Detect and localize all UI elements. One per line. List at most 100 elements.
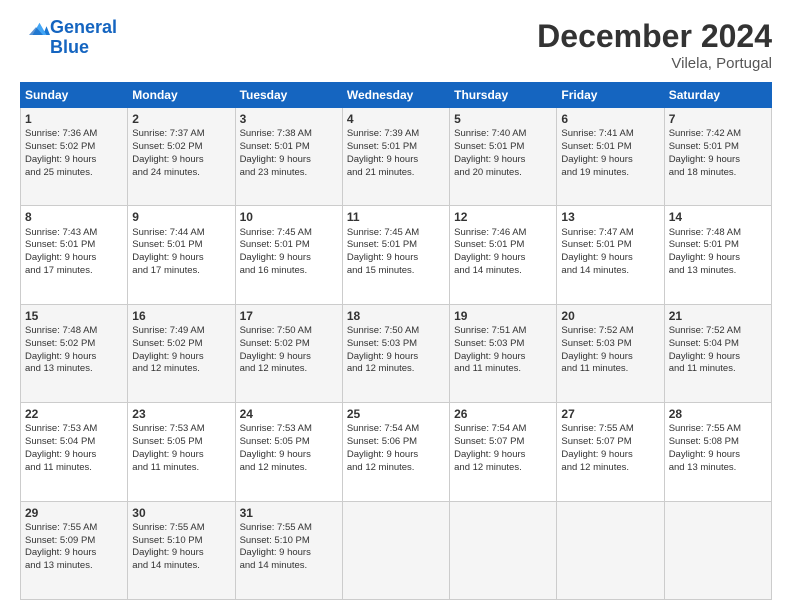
day-info: and 11 minutes. [132, 462, 230, 475]
title-block: December 2024 Vilela, Portugal [537, 18, 772, 72]
day-info: Sunrise: 7:48 AM [669, 227, 767, 240]
calendar-cell: 29Sunrise: 7:55 AMSunset: 5:09 PMDayligh… [21, 501, 128, 599]
day-number: 8 [25, 209, 123, 225]
day-info: Sunrise: 7:47 AM [561, 227, 659, 240]
day-info: Sunset: 5:01 PM [25, 239, 123, 252]
day-info: Sunrise: 7:52 AM [561, 325, 659, 338]
calendar-cell: 12Sunrise: 7:46 AMSunset: 5:01 PMDayligh… [450, 206, 557, 304]
day-info: Sunrise: 7:39 AM [347, 128, 445, 141]
calendar-cell: 20Sunrise: 7:52 AMSunset: 5:03 PMDayligh… [557, 304, 664, 402]
logo-general: General [50, 17, 117, 37]
calendar-cell: 28Sunrise: 7:55 AMSunset: 5:08 PMDayligh… [664, 403, 771, 501]
day-info: Sunrise: 7:38 AM [240, 128, 338, 141]
calendar-cell: 22Sunrise: 7:53 AMSunset: 5:04 PMDayligh… [21, 403, 128, 501]
day-info: Sunset: 5:01 PM [347, 141, 445, 154]
day-info: Sunset: 5:06 PM [347, 436, 445, 449]
weekday-tuesday: Tuesday [235, 83, 342, 108]
calendar-table: SundayMondayTuesdayWednesdayThursdayFrid… [20, 82, 772, 600]
day-number: 20 [561, 308, 659, 324]
day-info: Daylight: 9 hours [347, 252, 445, 265]
day-number: 23 [132, 406, 230, 422]
day-number: 13 [561, 209, 659, 225]
day-info: Daylight: 9 hours [25, 154, 123, 167]
calendar-cell: 15Sunrise: 7:48 AMSunset: 5:02 PMDayligh… [21, 304, 128, 402]
day-info: Sunrise: 7:50 AM [240, 325, 338, 338]
calendar-cell: 19Sunrise: 7:51 AMSunset: 5:03 PMDayligh… [450, 304, 557, 402]
day-info: Sunrise: 7:55 AM [132, 522, 230, 535]
day-info: Sunset: 5:01 PM [240, 239, 338, 252]
day-info: Sunrise: 7:48 AM [25, 325, 123, 338]
day-info: Sunset: 5:02 PM [132, 338, 230, 351]
day-number: 22 [25, 406, 123, 422]
calendar-cell: 25Sunrise: 7:54 AMSunset: 5:06 PMDayligh… [342, 403, 449, 501]
day-info: and 17 minutes. [132, 265, 230, 278]
day-number: 24 [240, 406, 338, 422]
day-number: 7 [669, 111, 767, 127]
day-info: Daylight: 9 hours [240, 252, 338, 265]
day-info: and 20 minutes. [454, 167, 552, 180]
day-info: Sunset: 5:07 PM [454, 436, 552, 449]
calendar-cell [664, 501, 771, 599]
day-info: Sunrise: 7:55 AM [561, 423, 659, 436]
day-info: Daylight: 9 hours [561, 449, 659, 462]
day-info: Sunset: 5:03 PM [454, 338, 552, 351]
day-info: and 25 minutes. [25, 167, 123, 180]
calendar-cell: 17Sunrise: 7:50 AMSunset: 5:02 PMDayligh… [235, 304, 342, 402]
day-number: 27 [561, 406, 659, 422]
day-info: Daylight: 9 hours [454, 351, 552, 364]
day-info: Daylight: 9 hours [132, 547, 230, 560]
day-info: Sunrise: 7:40 AM [454, 128, 552, 141]
day-info: Sunrise: 7:49 AM [132, 325, 230, 338]
day-info: and 11 minutes. [25, 462, 123, 475]
day-info: Daylight: 9 hours [240, 547, 338, 560]
weekday-wednesday: Wednesday [342, 83, 449, 108]
day-info: and 14 minutes. [454, 265, 552, 278]
calendar-cell: 26Sunrise: 7:54 AMSunset: 5:07 PMDayligh… [450, 403, 557, 501]
day-info: Daylight: 9 hours [454, 252, 552, 265]
header: General Blue December 2024 Vilela, Portu… [20, 18, 772, 72]
day-info: and 14 minutes. [240, 560, 338, 573]
day-number: 6 [561, 111, 659, 127]
calendar-cell: 16Sunrise: 7:49 AMSunset: 5:02 PMDayligh… [128, 304, 235, 402]
day-info: and 13 minutes. [669, 265, 767, 278]
calendar-cell: 21Sunrise: 7:52 AMSunset: 5:04 PMDayligh… [664, 304, 771, 402]
day-info: Sunrise: 7:43 AM [25, 227, 123, 240]
day-info: and 13 minutes. [669, 462, 767, 475]
day-number: 31 [240, 505, 338, 521]
calendar-cell: 8Sunrise: 7:43 AMSunset: 5:01 PMDaylight… [21, 206, 128, 304]
day-info: and 12 minutes. [240, 363, 338, 376]
weekday-header-row: SundayMondayTuesdayWednesdayThursdayFrid… [21, 83, 772, 108]
day-info: and 14 minutes. [132, 560, 230, 573]
day-info: and 14 minutes. [561, 265, 659, 278]
day-info: Sunset: 5:04 PM [25, 436, 123, 449]
day-info: Sunrise: 7:54 AM [454, 423, 552, 436]
day-info: and 12 minutes. [240, 462, 338, 475]
day-info: Daylight: 9 hours [132, 154, 230, 167]
day-info: Sunset: 5:10 PM [132, 535, 230, 548]
day-number: 21 [669, 308, 767, 324]
day-number: 29 [25, 505, 123, 521]
calendar-cell: 27Sunrise: 7:55 AMSunset: 5:07 PMDayligh… [557, 403, 664, 501]
day-info: Daylight: 9 hours [240, 351, 338, 364]
day-number: 3 [240, 111, 338, 127]
day-info: Sunset: 5:05 PM [240, 436, 338, 449]
day-info: Sunset: 5:03 PM [347, 338, 445, 351]
day-info: Sunset: 5:01 PM [561, 239, 659, 252]
day-info: Sunrise: 7:53 AM [25, 423, 123, 436]
calendar-cell: 5Sunrise: 7:40 AMSunset: 5:01 PMDaylight… [450, 108, 557, 206]
day-info: and 13 minutes. [25, 363, 123, 376]
day-info: Sunrise: 7:55 AM [240, 522, 338, 535]
day-number: 19 [454, 308, 552, 324]
calendar-cell: 13Sunrise: 7:47 AMSunset: 5:01 PMDayligh… [557, 206, 664, 304]
day-info: Sunrise: 7:42 AM [669, 128, 767, 141]
calendar-cell [342, 501, 449, 599]
day-info: Daylight: 9 hours [25, 449, 123, 462]
day-info: Daylight: 9 hours [454, 154, 552, 167]
day-info: Sunrise: 7:54 AM [347, 423, 445, 436]
day-info: Daylight: 9 hours [240, 154, 338, 167]
day-info: and 17 minutes. [25, 265, 123, 278]
calendar-cell: 23Sunrise: 7:53 AMSunset: 5:05 PMDayligh… [128, 403, 235, 501]
weekday-saturday: Saturday [664, 83, 771, 108]
calendar-week-2: 15Sunrise: 7:48 AMSunset: 5:02 PMDayligh… [21, 304, 772, 402]
day-info: and 12 minutes. [561, 462, 659, 475]
